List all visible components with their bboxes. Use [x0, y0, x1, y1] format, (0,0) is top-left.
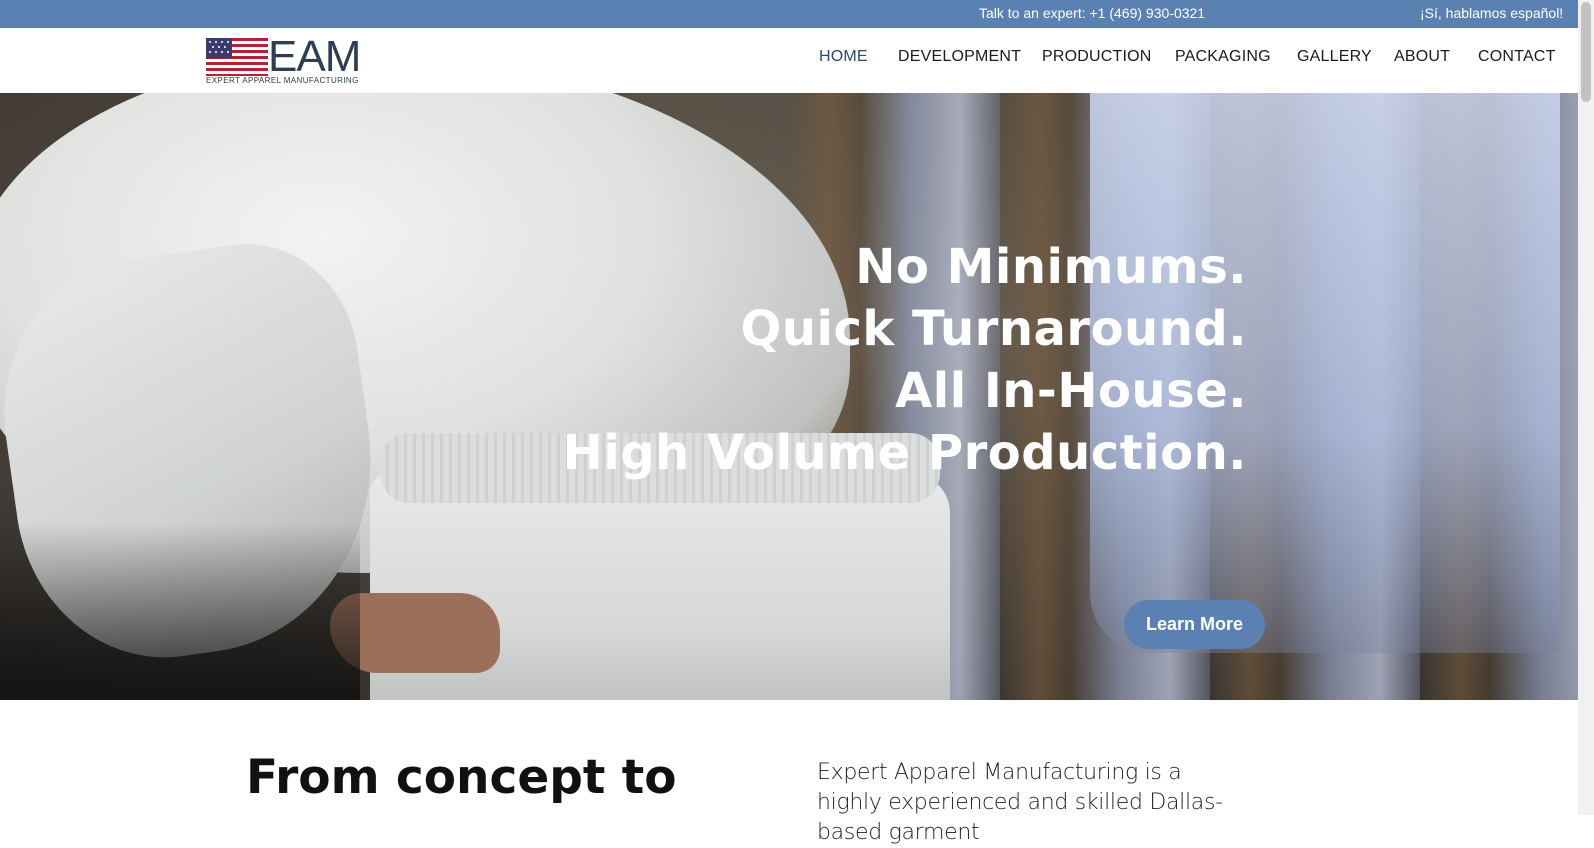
hero-line-3: All In-House. — [895, 363, 1247, 419]
main-nav: HOME DEVELOPMENT PRODUCTION PACKAGING GA… — [0, 48, 1578, 70]
learn-more-button[interactable]: Learn More — [1124, 600, 1265, 649]
nav-home[interactable]: HOME — [819, 48, 868, 66]
nav-about[interactable]: ABOUT — [1394, 48, 1450, 66]
top-bar: Talk to an expert: +1 (469) 930-0321 ¡Sí… — [0, 0, 1578, 28]
intro-section: From concept to Expert Apparel Manufactu… — [0, 700, 1578, 845]
spanish-link[interactable]: ¡Sí, hablamos español! — [1420, 5, 1563, 21]
nav-production[interactable]: PRODUCTION — [1042, 48, 1152, 66]
hero-headline: No Minimums. Quick Turnaround. All In-Ho… — [563, 236, 1247, 484]
nav-development[interactable]: DEVELOPMENT — [898, 48, 1021, 66]
site-header: EAM EXPERT APPAREL MANUFACTURING HOME DE… — [0, 28, 1578, 93]
page-scrollbar[interactable] — [1578, 0, 1594, 815]
nav-packaging[interactable]: PACKAGING — [1175, 48, 1271, 66]
intro-body: Expert Apparel Manufacturing is a highly… — [817, 760, 1223, 845]
hero-banner: No Minimums. Quick Turnaround. All In-Ho… — [0, 93, 1578, 700]
logo-tagline: EXPERT APPAREL MANUFACTURING — [206, 76, 359, 85]
hero-line-4: High Volume Production. — [562, 425, 1247, 481]
nav-contact[interactable]: CONTACT — [1478, 48, 1556, 66]
expert-phone-link[interactable]: Talk to an expert: +1 (469) 930-0321 — [979, 5, 1205, 21]
hero-line-1: No Minimums. — [855, 239, 1247, 295]
intro-heading: From concept to — [246, 750, 677, 805]
scrollbar-thumb[interactable] — [1581, 2, 1591, 102]
hero-shadow — [0, 523, 360, 700]
hero-line-2: Quick Turnaround. — [740, 301, 1247, 357]
nav-gallery[interactable]: GALLERY — [1297, 48, 1372, 66]
